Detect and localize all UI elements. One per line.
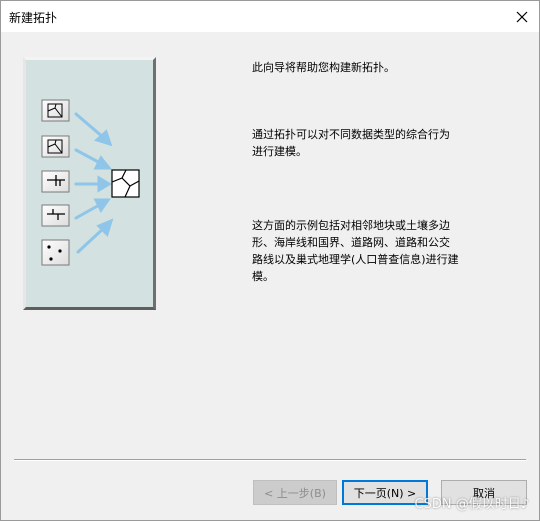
new-topology-dialog: 新建拓扑 此向导将帮助您构建新拓扑。 通过拓扑可以对不同数据类型的综合行为 进行… (0, 0, 540, 521)
intro-text: 此向导将帮助您构建新拓扑。 (252, 61, 395, 74)
topology-description-text: 通过拓扑可以对不同数据类型的综合行为 进行建模。 (252, 128, 450, 158)
line-node-icon (41, 170, 70, 193)
back-button[interactable]: < 上一步(B) (253, 480, 337, 505)
line-node-icon (41, 204, 70, 227)
close-button[interactable] (505, 1, 539, 32)
close-icon (516, 11, 528, 22)
watermark: CSDN @假以时日♪ (414, 497, 530, 512)
arrows-icon (74, 112, 114, 254)
window-title: 新建拓扑 (9, 11, 58, 25)
parcel-polygon-icon (41, 135, 70, 158)
parcel-polygon-icon (41, 99, 70, 122)
points-icon (41, 239, 70, 266)
title-bar: 新建拓扑 (1, 1, 539, 32)
button-separator (14, 459, 526, 461)
examples-text: 这方面的示例包括对相邻地块或土壤多边 形、海岸线和国界、道路网、道路和公交 路线… (252, 219, 459, 283)
wizard-illustration (23, 57, 156, 310)
topology-result-icon (111, 169, 140, 198)
